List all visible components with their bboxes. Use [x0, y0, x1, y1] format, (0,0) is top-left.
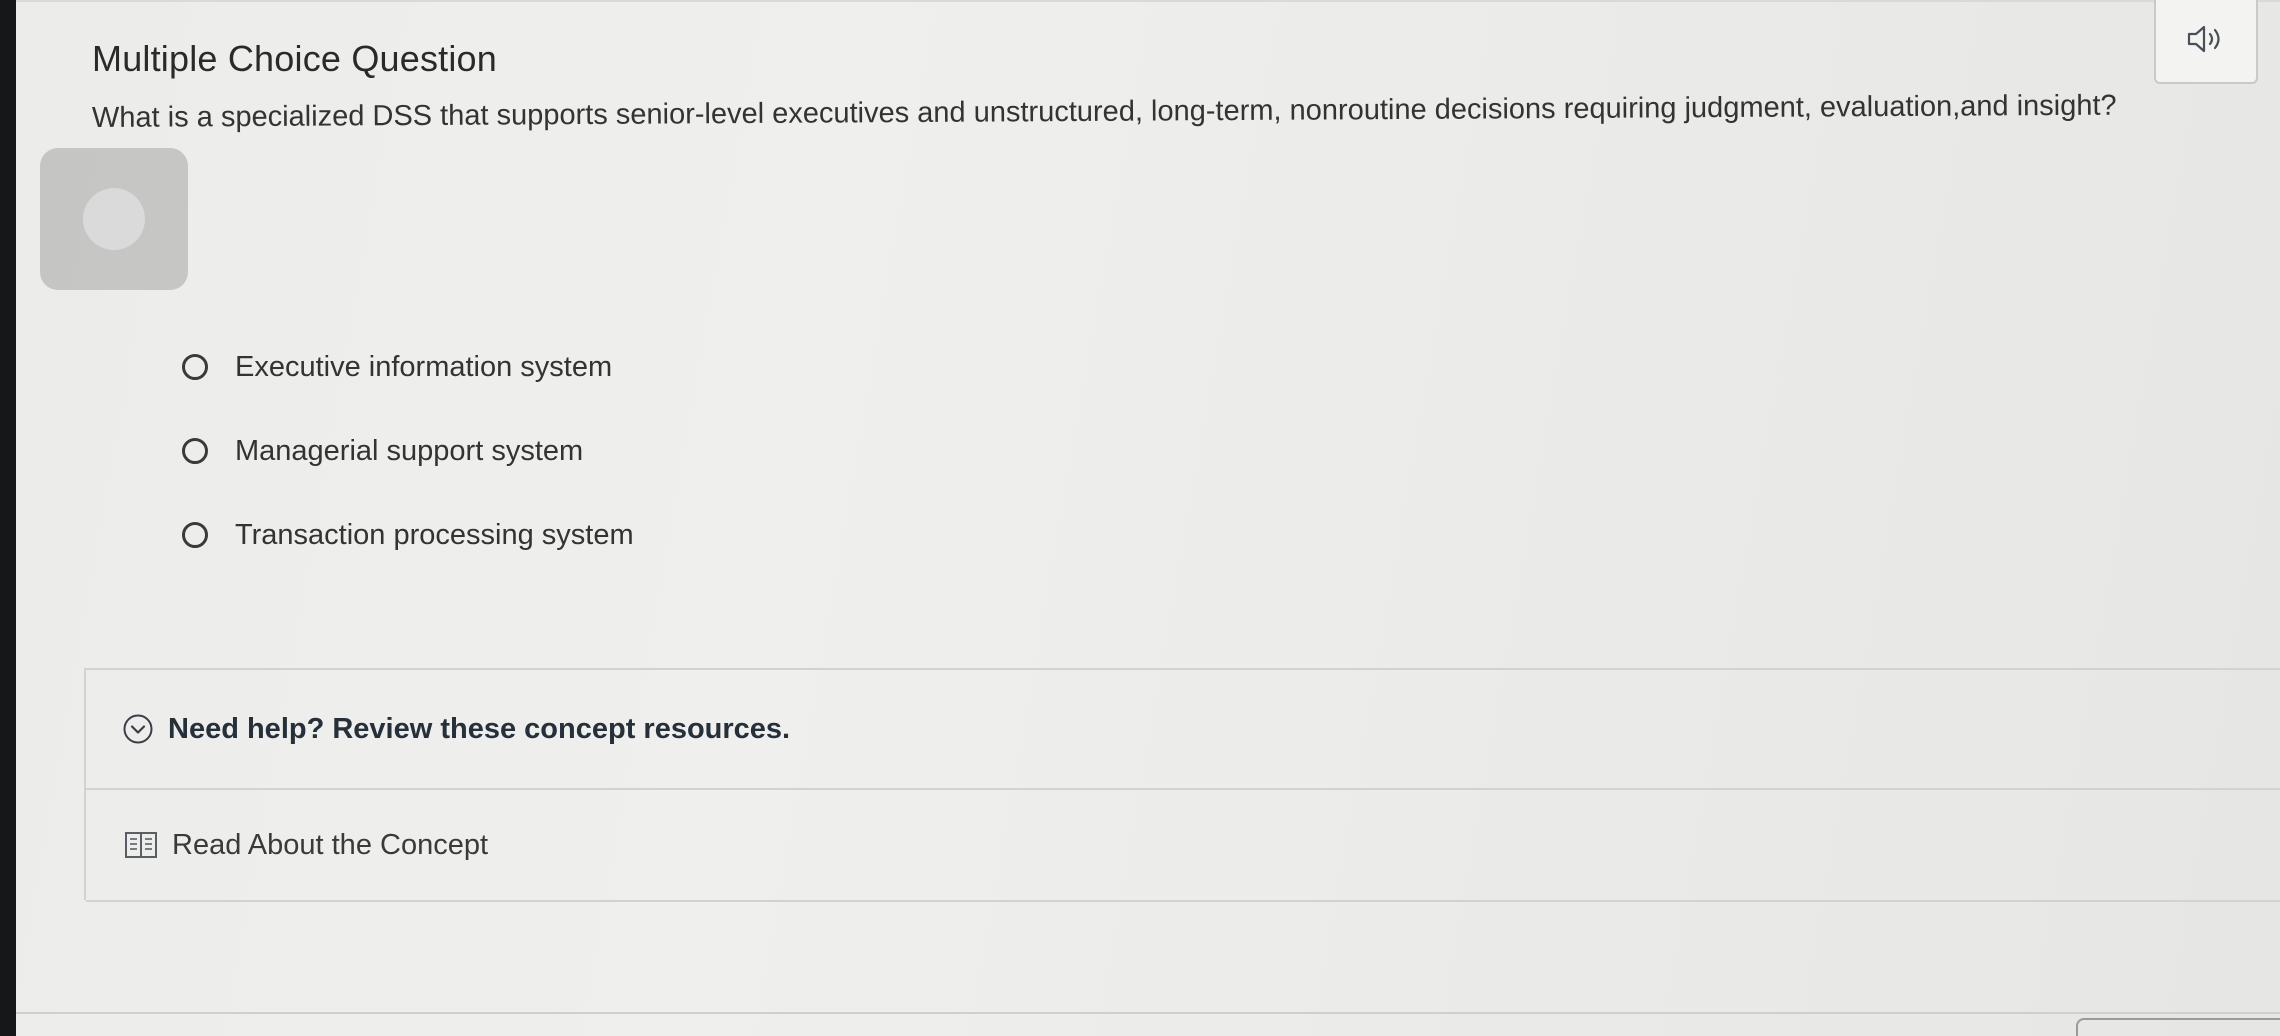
help-toggle-label: Need help? Review these concept resource…	[168, 712, 791, 745]
answer-option[interactable]: Transaction processing system	[182, 493, 634, 577]
top-divider	[16, 0, 2280, 2]
answer-option[interactable]: Executive information system	[182, 325, 634, 409]
concept-resources-panel: Need help? Review these concept resource…	[84, 668, 2280, 902]
answer-option-label: Transaction processing system	[235, 518, 634, 551]
read-concept-label: Read About the Concept	[172, 828, 489, 861]
assistive-button-circle	[83, 188, 145, 250]
floating-assistive-button[interactable]	[40, 148, 188, 290]
screen: Multiple Choice Question What is a speci…	[16, 0, 2280, 1036]
question-prompt: What is a specialized DSS that supports …	[91, 89, 2117, 134]
help-toggle[interactable]: Need help? Review these concept resource…	[86, 670, 2280, 790]
bottom-divider	[16, 1012, 2280, 1014]
book-icon	[124, 830, 158, 860]
answer-option[interactable]: Managerial support system	[182, 409, 634, 493]
audio-button[interactable]	[2154, 0, 2258, 84]
answer-options: Executive information system Managerial …	[182, 325, 634, 577]
question-type-title: Multiple Choice Question	[92, 38, 498, 79]
radio-button[interactable]	[182, 354, 208, 380]
answer-option-label: Managerial support system	[235, 434, 584, 467]
radio-button[interactable]	[182, 438, 208, 464]
read-concept-link[interactable]: Read About the Concept	[86, 790, 2280, 902]
speaker-icon	[2187, 25, 2220, 53]
radio-button[interactable]	[182, 522, 208, 548]
chevron-down-circle-icon	[122, 713, 154, 745]
next-button-edge[interactable]	[2076, 1018, 2280, 1036]
answer-option-label: Executive information system	[235, 350, 613, 383]
